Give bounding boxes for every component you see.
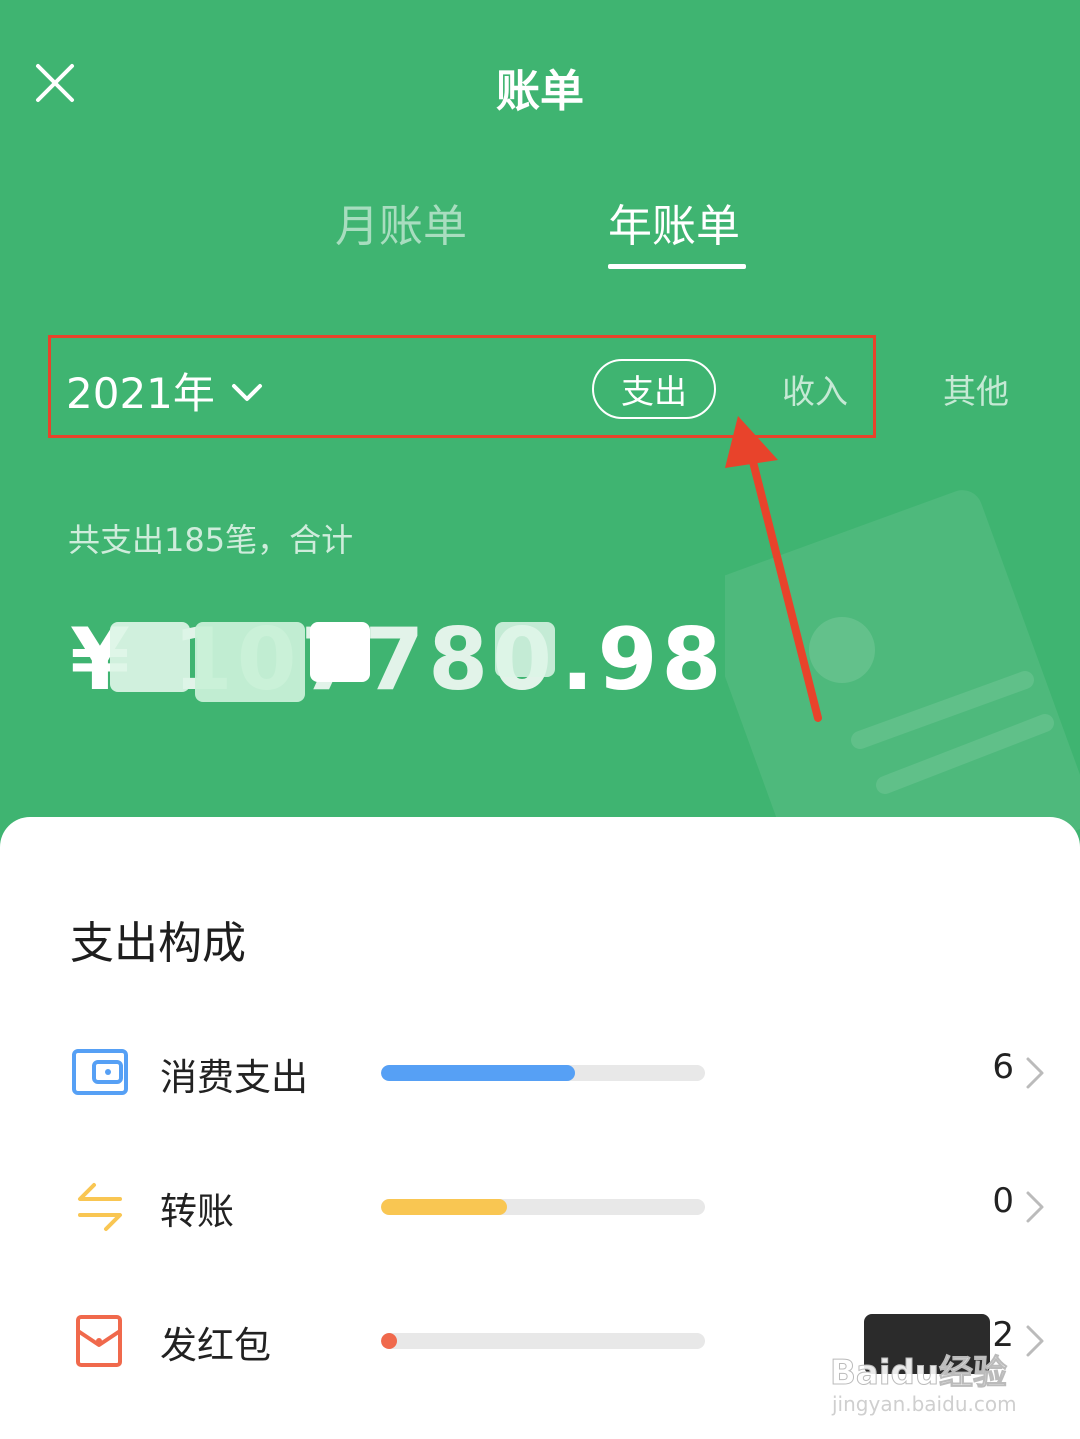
breakdown-row-label: 转账 [160, 1190, 234, 1233]
breakdown-row-transfer[interactable]: 转账 0 [0, 1159, 1080, 1249]
breakdown-progress-track [381, 1333, 705, 1349]
breakdown-row-amount: 6 [992, 1047, 1014, 1087]
chevron-down-icon [231, 383, 262, 401]
year-label: 2021年 [66, 369, 215, 418]
redaction-block [310, 622, 370, 682]
breakdown-row-amount: 0 [992, 1181, 1014, 1221]
breakdown-title: 支出构成 [70, 918, 246, 969]
breakdown-row-label: 消费支出 [160, 1056, 308, 1099]
header: 账单 月账单 年账单 2021年 支出 收入 其他 共支出185笔，合计 ¥ 1… [0, 0, 1080, 835]
breakdown-row-label: 发红包 [160, 1324, 271, 1367]
watermark-url: jingyan.baidu.com [832, 1392, 1017, 1416]
active-tab-indicator [608, 264, 746, 269]
breakdown-progress-track [381, 1199, 705, 1215]
redaction-block [495, 622, 555, 677]
wallet-icon [72, 1049, 128, 1095]
redaction-block [110, 622, 190, 692]
filter-expense-pill[interactable]: 支出 [592, 359, 716, 419]
breakdown-progress-track [381, 1065, 705, 1081]
red-packet-icon [76, 1315, 122, 1367]
filter-other[interactable]: 其他 [943, 365, 1009, 413]
chevron-right-icon [1026, 1191, 1044, 1223]
page-title: 账单 [496, 66, 584, 117]
breakdown-progress-fill [381, 1199, 508, 1215]
annotation-arrow-icon [725, 416, 822, 722]
tab-yearly-bill[interactable]: 年账单 [608, 190, 740, 254]
watermark-logo: Baidu经验 [829, 1353, 1008, 1394]
year-selector[interactable]: 2021年 [66, 360, 263, 421]
tab-monthly-bill[interactable]: 月账单 [335, 190, 467, 254]
chevron-right-icon [1026, 1057, 1044, 1089]
redaction-block [195, 622, 305, 702]
chevron-right-icon [1026, 1325, 1044, 1357]
transfer-arrows-icon [78, 1183, 122, 1231]
summary-text: 共支出185笔，合计 [68, 521, 354, 559]
total-amount: ¥ 107780 .98 [70, 610, 725, 710]
breakdown-progress-fill [381, 1065, 576, 1081]
breakdown-progress-fill [381, 1333, 398, 1349]
breakdown-row-consumption[interactable]: 消费支出 6 [0, 1025, 1080, 1115]
